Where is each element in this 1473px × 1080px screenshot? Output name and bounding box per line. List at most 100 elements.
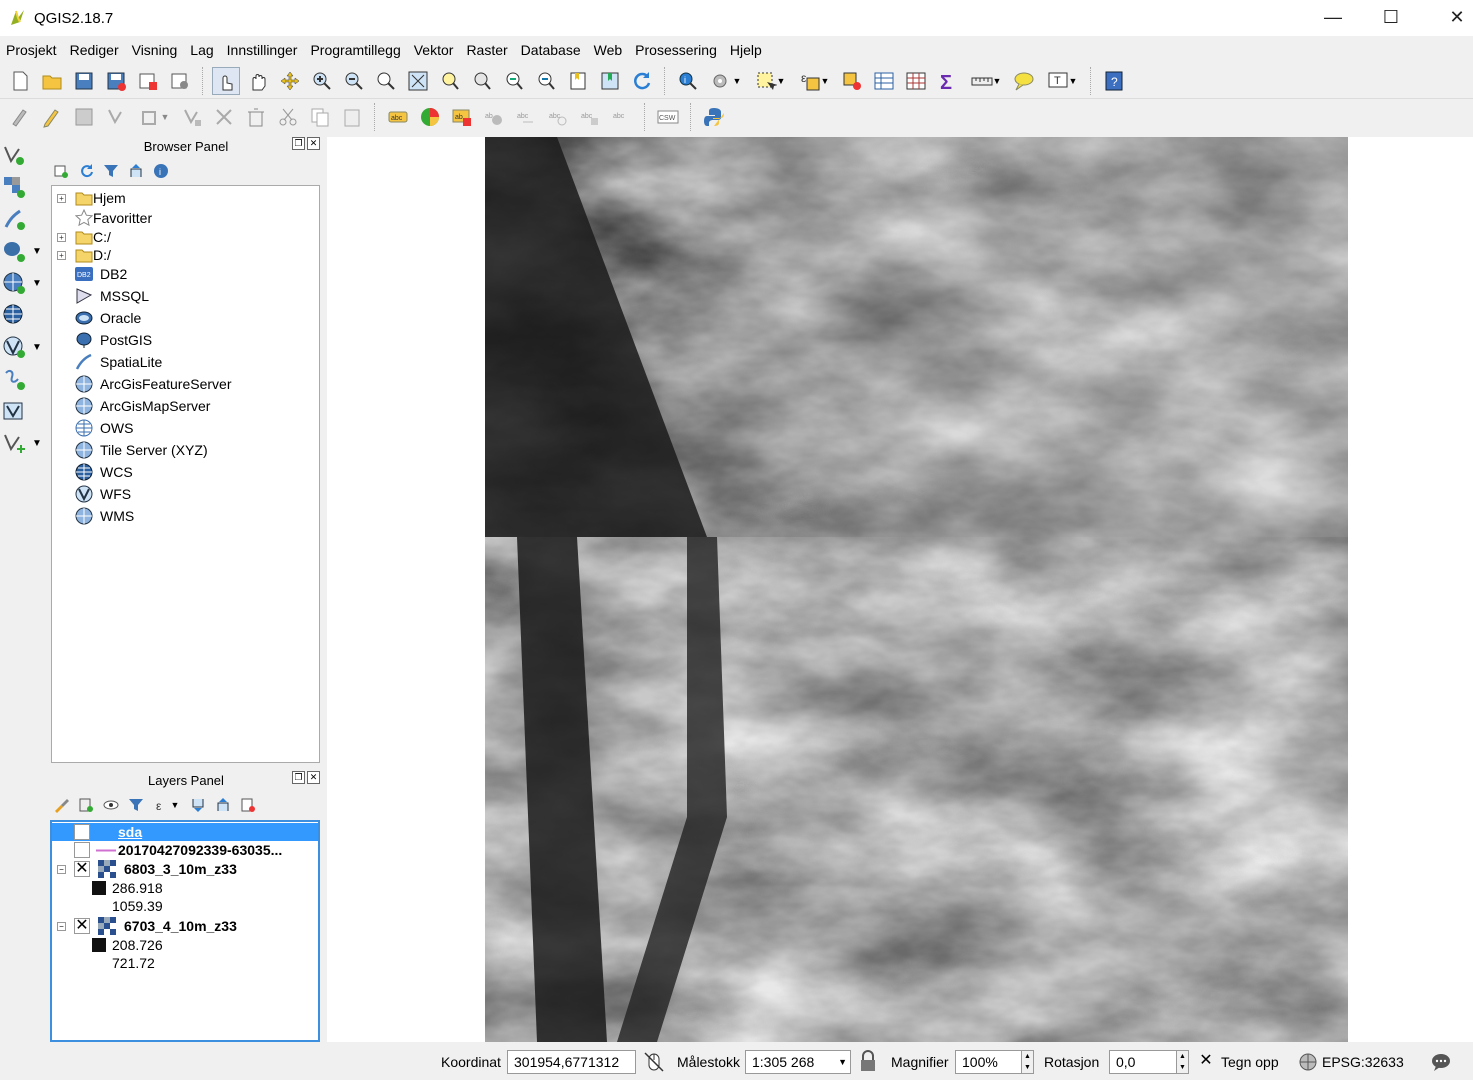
measure-button[interactable]: ▼ bbox=[966, 67, 1006, 95]
new-project-button[interactable] bbox=[6, 67, 34, 95]
float-panel-button[interactable]: ❐ bbox=[292, 137, 305, 150]
menu-prosjekt[interactable]: Prosjekt bbox=[6, 42, 57, 58]
add-group-button[interactable] bbox=[77, 796, 95, 814]
node-tool-button[interactable] bbox=[178, 103, 206, 131]
menu-hjelp[interactable]: Hjelp bbox=[730, 42, 762, 58]
rotation-field[interactable]: 0,0 bbox=[1109, 1050, 1177, 1074]
action-dropdown-button[interactable]: ▼ bbox=[706, 67, 746, 95]
zoom-to-selection-button[interactable] bbox=[436, 67, 464, 95]
pan-button[interactable] bbox=[244, 67, 272, 95]
expand-all-button[interactable] bbox=[189, 796, 207, 814]
menu-visning[interactable]: Visning bbox=[132, 42, 178, 58]
zoom-full-button[interactable] bbox=[404, 67, 432, 95]
delete-selected-button[interactable] bbox=[210, 103, 238, 131]
browser-item-tile-server-xyz[interactable]: Tile Server (XYZ) bbox=[52, 439, 317, 461]
manage-map-themes-button[interactable] bbox=[102, 796, 120, 814]
layer-visibility-checkbox[interactable]: ✕ bbox=[74, 918, 90, 934]
filter-by-expression-button[interactable]: ε ▼ bbox=[152, 796, 182, 814]
browser-item-mssql[interactable]: MSSQL bbox=[52, 285, 317, 307]
layer-visibility-checkbox[interactable] bbox=[74, 824, 90, 840]
rotation-spinner[interactable]: ▲ ▼ bbox=[1176, 1050, 1189, 1074]
browser-item-wms[interactable]: WMS bbox=[52, 505, 317, 527]
map-canvas[interactable] bbox=[327, 137, 1473, 1042]
menu-raster[interactable]: Raster bbox=[466, 42, 507, 58]
help-button[interactable]: ? bbox=[1100, 67, 1128, 95]
save-project-button[interactable] bbox=[70, 67, 98, 95]
refresh-browser-button[interactable] bbox=[77, 162, 95, 180]
layer-visibility-checkbox[interactable] bbox=[74, 842, 90, 858]
toggle-editing-button[interactable] bbox=[38, 103, 66, 131]
save-edits-button[interactable] bbox=[70, 103, 98, 131]
zoom-next-button[interactable] bbox=[532, 67, 560, 95]
browser-item-db2[interactable]: DB2 DB2 bbox=[52, 263, 317, 285]
new-layer-button[interactable]: ▼ bbox=[2, 429, 46, 457]
change-label-button[interactable]: abc bbox=[576, 103, 604, 131]
menu-vektor[interactable]: Vektor bbox=[414, 42, 454, 58]
minimize-button[interactable]: — bbox=[1310, 0, 1356, 34]
collapse-all-button[interactable] bbox=[127, 162, 145, 180]
select-features-button[interactable]: ▼ bbox=[750, 67, 790, 95]
browser-item-arcgisfeatureserver[interactable]: ArcGisFeatureServer bbox=[52, 373, 317, 395]
browser-item-wfs[interactable]: WFS bbox=[52, 483, 317, 505]
show-hide-labels-button[interactable]: ab bbox=[480, 103, 508, 131]
menu-database[interactable]: Database bbox=[521, 42, 581, 58]
pan-to-selection-button[interactable] bbox=[276, 67, 304, 95]
refresh-button[interactable] bbox=[628, 67, 656, 95]
text-annotation-button[interactable]: T ▼ bbox=[1042, 67, 1082, 95]
new-bookmark-button[interactable] bbox=[564, 67, 592, 95]
add-wms-layer-button[interactable]: ▼ bbox=[2, 269, 46, 297]
expand-toggle[interactable]: + bbox=[57, 193, 66, 203]
filter-browser-button[interactable] bbox=[102, 162, 120, 180]
lock-icon[interactable] bbox=[859, 1050, 877, 1072]
layer-row-sda[interactable]: sda bbox=[52, 823, 318, 841]
move-feature-button[interactable]: ▼ bbox=[134, 103, 174, 131]
python-console-button[interactable] bbox=[700, 103, 728, 131]
add-selected-layers-button[interactable] bbox=[52, 162, 70, 180]
browser-item-postgis[interactable]: PostGIS bbox=[52, 329, 317, 351]
browser-item-ows[interactable]: OWS bbox=[52, 417, 317, 439]
select-by-expression-button[interactable]: ε ▼ bbox=[794, 67, 834, 95]
new-print-composer-button[interactable] bbox=[134, 67, 162, 95]
crs-label[interactable]: EPSG:32633 bbox=[1322, 1054, 1404, 1070]
close-panel-button[interactable]: ✕ bbox=[307, 137, 320, 150]
label-properties-button[interactable]: abc bbox=[608, 103, 636, 131]
crs-globe-icon[interactable] bbox=[1298, 1052, 1318, 1072]
browser-item-spatialite[interactable]: SpatiaLite bbox=[52, 351, 317, 373]
statistics-button[interactable]: Σ bbox=[934, 67, 962, 95]
menu-innstillinger[interactable]: Innstillinger bbox=[227, 42, 298, 58]
pan-map-selected-button[interactable] bbox=[212, 66, 240, 95]
collapse-all-layers-button[interactable] bbox=[214, 796, 232, 814]
layer-row-track[interactable]: 20170427092339-63035... bbox=[52, 841, 318, 859]
close-button[interactable]: ✕ bbox=[1434, 0, 1473, 34]
add-virtual-layer-button[interactable] bbox=[2, 397, 46, 425]
layer-row-6703[interactable]: − ✕ 6703_4_10m_z33 bbox=[52, 917, 318, 935]
expand-toggle[interactable]: + bbox=[57, 232, 66, 242]
move-label-button[interactable]: abc bbox=[512, 103, 540, 131]
rotate-label-button[interactable]: abc bbox=[544, 103, 572, 131]
browser-item-wcs[interactable]: WCS bbox=[52, 461, 317, 483]
cut-button[interactable] bbox=[274, 103, 302, 131]
zoom-native-button[interactable] bbox=[372, 67, 400, 95]
open-layer-styling-button[interactable] bbox=[52, 796, 70, 814]
float-panel-button[interactable]: ❐ bbox=[292, 771, 305, 784]
diagram-button[interactable] bbox=[416, 103, 444, 131]
copy-button[interactable] bbox=[306, 103, 334, 131]
browser-item-oracle[interactable]: Oracle bbox=[52, 307, 317, 329]
zoom-in-button[interactable] bbox=[308, 67, 336, 95]
add-wcs-layer-button[interactable] bbox=[2, 301, 46, 329]
collapse-toggle[interactable]: − bbox=[57, 921, 66, 931]
remove-layer-button[interactable] bbox=[239, 796, 257, 814]
collapse-toggle[interactable]: − bbox=[57, 864, 66, 874]
add-postgis-layer-button[interactable]: ▼ bbox=[2, 237, 46, 265]
delete-button[interactable] bbox=[242, 103, 270, 131]
save-as-button[interactable] bbox=[102, 67, 130, 95]
filter-legend-button[interactable] bbox=[127, 796, 145, 814]
add-wfs-layer-button[interactable]: ▼ bbox=[2, 333, 46, 361]
mouse-icon[interactable] bbox=[643, 1051, 665, 1073]
paste-button[interactable] bbox=[338, 103, 366, 131]
field-calculator-button[interactable] bbox=[902, 67, 930, 95]
layer-visibility-checkbox[interactable]: ✕ bbox=[74, 861, 90, 877]
scale-combobox[interactable]: 1:305 268 ▼ bbox=[745, 1050, 851, 1074]
add-feature-button[interactable] bbox=[102, 103, 130, 131]
labeling-button[interactable]: abc bbox=[384, 103, 412, 131]
